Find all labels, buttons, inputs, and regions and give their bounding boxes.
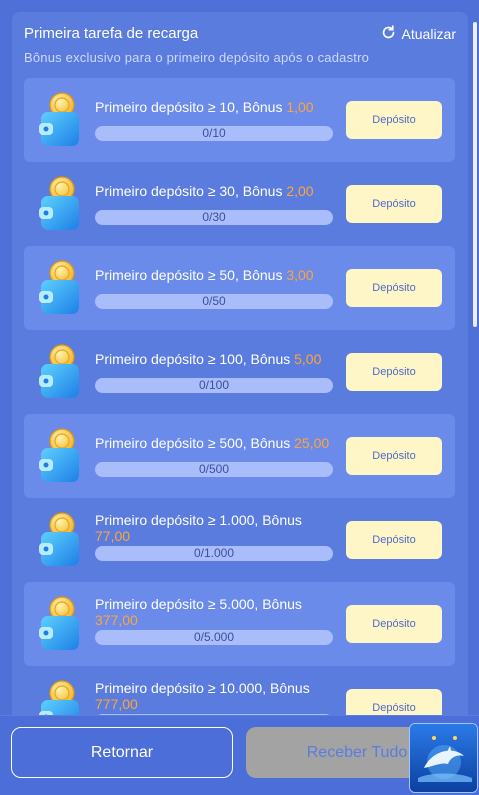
deposit-button[interactable]: Depósito — [346, 269, 442, 307]
task-label: Primeiro depósito ≥ 10, Bônus — [95, 99, 287, 115]
deposit-button[interactable]: Depósito — [346, 521, 442, 559]
deposit-button[interactable]: Depósito — [346, 185, 442, 223]
progress-label: 0/5.000 — [193, 630, 235, 644]
progress-bar: 0/50 — [95, 294, 333, 309]
task-row: Primeiro depósito ≥ 10, Bônus 1,00 0/10 … — [24, 78, 455, 162]
task-bonus: 377,00 — [95, 612, 138, 628]
task-description: Primeiro depósito ≥ 1.000, Bônus 77,00 — [95, 512, 335, 544]
task-description: Primeiro depósito ≥ 500, Bônus 25,00 — [95, 435, 335, 451]
progress-bar: 0/100 — [95, 378, 333, 393]
wallet-icon — [36, 176, 84, 234]
task-description: Primeiro depósito ≥ 10.000, Bônus 777,00 — [95, 680, 335, 712]
task-description: Primeiro depósito ≥ 30, Bônus 2,00 — [95, 183, 335, 199]
task-bonus: 25,00 — [294, 435, 330, 451]
refresh-button[interactable]: Atualizar — [380, 24, 456, 44]
progress-bar: 0/1.000 — [95, 546, 333, 561]
recharge-task-panel: Primeira tarefa de recarga Atualizar Bôn… — [12, 12, 468, 795]
deposit-button[interactable]: Depósito — [346, 101, 442, 139]
task-bonus: 5,00 — [294, 351, 322, 367]
progress-label: 0/500 — [198, 462, 230, 476]
refresh-label: Atualizar — [401, 26, 456, 42]
deposit-button[interactable]: Depósito — [346, 605, 442, 643]
progress-label: 0/1.000 — [193, 546, 235, 560]
refresh-icon — [380, 24, 397, 44]
task-row: Primeiro depósito ≥ 5.000, Bônus 377,00 … — [24, 582, 455, 666]
task-bonus: 777,00 — [95, 696, 138, 712]
task-description: Primeiro depósito ≥ 100, Bônus 5,00 — [95, 351, 335, 367]
footer-bar: Retornar Receber Tudo — [0, 715, 479, 795]
scrollbar[interactable] — [473, 22, 477, 327]
task-label: Primeiro depósito ≥ 50, Bônus — [95, 267, 287, 283]
wallet-icon — [36, 428, 84, 486]
dolphin-logo-icon — [410, 724, 477, 792]
wallet-icon — [36, 92, 84, 150]
task-row: Primeiro depósito ≥ 100, Bônus 5,00 0/10… — [24, 330, 455, 414]
task-bonus: 77,00 — [95, 528, 131, 544]
progress-label: 0/30 — [202, 210, 226, 224]
task-description: Primeiro depósito ≥ 10, Bônus 1,00 — [95, 99, 335, 115]
task-list: Primeiro depósito ≥ 10, Bônus 1,00 0/10 … — [24, 78, 455, 750]
task-bonus: 3,00 — [286, 267, 314, 283]
task-row: Primeiro depósito ≥ 500, Bônus 25,00 0/5… — [24, 414, 455, 498]
wallet-icon — [36, 260, 84, 318]
wallet-icon — [36, 344, 84, 402]
progress-bar: 0/5.000 — [95, 630, 333, 645]
deposit-button[interactable]: Depósito — [346, 437, 442, 475]
task-description: Primeiro depósito ≥ 5.000, Bônus 377,00 — [95, 596, 335, 628]
wallet-icon — [36, 596, 84, 654]
wallet-icon — [36, 512, 84, 570]
progress-label: 0/50 — [202, 294, 226, 308]
progress-label: 0/10 — [202, 126, 226, 140]
task-label: Primeiro depósito ≥ 100, Bônus — [95, 351, 295, 367]
task-label: Primeiro depósito ≥ 5.000, Bônus — [95, 596, 302, 612]
task-description: Primeiro depósito ≥ 50, Bônus 3,00 — [95, 267, 335, 283]
progress-bar: 0/500 — [95, 462, 333, 477]
page-subtitle: Bônus exclusivo para o primeiro depósito… — [24, 50, 370, 65]
panel-header: Primeira tarefa de recarga Atualizar Bôn… — [12, 12, 468, 78]
task-bonus: 1,00 — [286, 99, 314, 115]
progress-label: 0/100 — [198, 378, 230, 392]
promo-badge[interactable] — [409, 723, 478, 793]
task-label: Primeiro depósito ≥ 10.000, Bônus — [95, 680, 310, 696]
task-row: Primeiro depósito ≥ 1.000, Bônus 77,00 0… — [24, 498, 455, 582]
deposit-button[interactable]: Depósito — [346, 353, 442, 391]
progress-bar: 0/30 — [95, 210, 333, 225]
progress-bar: 0/10 — [95, 126, 333, 141]
task-bonus: 2,00 — [286, 183, 314, 199]
task-label: Primeiro depósito ≥ 1.000, Bônus — [95, 512, 302, 528]
page-title: Primeira tarefa de recarga — [24, 25, 199, 42]
task-row: Primeiro depósito ≥ 50, Bônus 3,00 0/50 … — [24, 246, 455, 330]
task-row: Primeiro depósito ≥ 30, Bônus 2,00 0/30 … — [24, 162, 455, 246]
return-button[interactable]: Retornar — [11, 727, 233, 778]
task-label: Primeiro depósito ≥ 500, Bônus — [95, 435, 295, 451]
task-label: Primeiro depósito ≥ 30, Bônus — [95, 183, 287, 199]
